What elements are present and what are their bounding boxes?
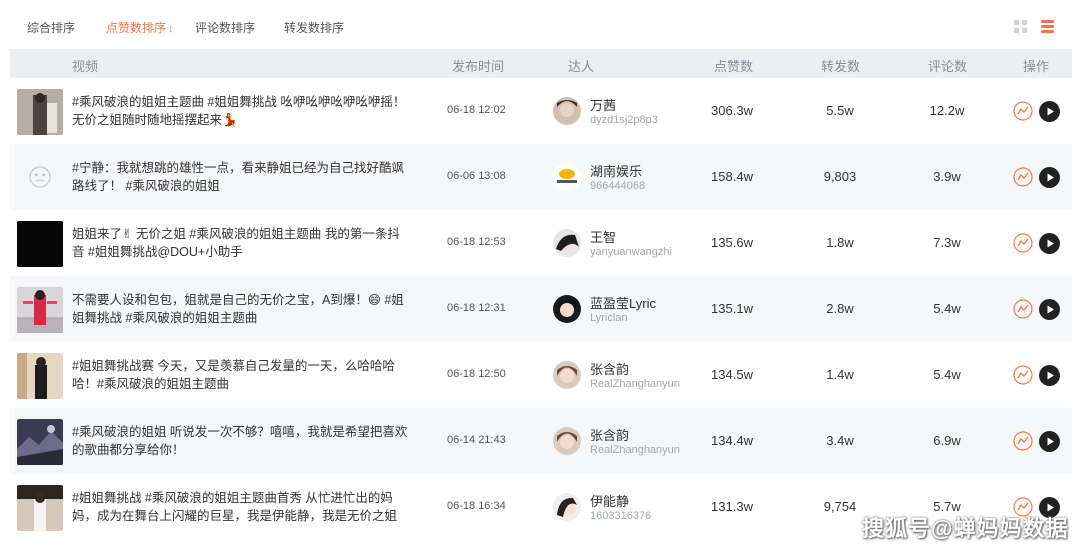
trend-chart-icon[interactable] <box>1013 299 1033 319</box>
col-likes[interactable]: 点赞数 <box>714 56 753 75</box>
play-icon[interactable] <box>1039 431 1060 452</box>
creator-id: RealZhanghanyun <box>590 444 680 456</box>
table-row[interactable]: #乘风破浪的姐姐 听说发一次不够？嘻嘻，我就是希望把喜欢的歌曲都分享给你！ 06… <box>10 408 1072 474</box>
publish-time: 06-18 12:50 <box>447 368 506 380</box>
comments-count: 7.3w <box>933 235 961 250</box>
trend-chart-icon[interactable] <box>1013 101 1033 121</box>
shares-count: 9,803 <box>823 169 857 184</box>
shares-count: 5.5w <box>826 103 854 118</box>
video-title[interactable]: #姐姐舞挑战赛 今天，又是羡慕自己发量的一天，么哈哈哈哈！#乘风破浪的姐姐主题曲 <box>72 357 412 393</box>
comments-count: 5.4w <box>933 367 961 382</box>
video-thumbnail[interactable] <box>17 221 63 267</box>
trend-chart-icon[interactable] <box>1013 365 1033 385</box>
sort-tab-likes-label: 点赞数排序 <box>106 21 167 35</box>
likes-count: 135.6w <box>711 235 753 250</box>
avatar[interactable] <box>553 361 581 389</box>
creator-id: 1603316376 <box>590 510 652 522</box>
creator-name[interactable]: 蓝盈莹Lyric <box>590 293 656 312</box>
watermark: 搜狐号@蝉妈妈数据 <box>862 516 1069 541</box>
creator-id: yanyuanwangzhi <box>590 246 672 258</box>
col-creator: 达人 <box>568 59 595 74</box>
publish-time: 06-18 12:53 <box>447 236 506 248</box>
sort-tab-comments[interactable]: 评论数排序 <box>195 19 255 36</box>
video-title[interactable]: 姐姐来了✌ 无价之姐 #乘风破浪的姐姐主题曲 我的第一条抖音 #姐姐舞挑战@DO… <box>72 225 412 261</box>
video-thumbnail[interactable] <box>17 353 63 399</box>
publish-time: 06-18 12:02 <box>447 104 506 116</box>
avatar[interactable] <box>553 229 581 257</box>
sort-tab-likes[interactable]: 点赞数排序 ↓ <box>106 19 174 36</box>
comments-count: 12.2w <box>929 103 965 118</box>
shares-count: 1.8w <box>826 235 854 250</box>
avatar[interactable] <box>553 97 581 125</box>
sort-tab-overall[interactable]: 综合排序 <box>27 19 75 36</box>
likes-count: 134.4w <box>711 433 753 448</box>
list-view-icon[interactable] <box>1041 20 1054 34</box>
comments-count: 6.9w <box>933 433 961 448</box>
sort-desc-icon: ↓ <box>168 23 174 35</box>
publish-time: 06-18 12:31 <box>447 302 506 314</box>
col-video: 视频 <box>72 59 99 74</box>
video-thumbnail[interactable] <box>17 287 63 333</box>
avatar[interactable] <box>553 295 581 323</box>
col-shares[interactable]: 转发数 <box>821 56 860 75</box>
publish-time: 06-18 16:34 <box>447 500 506 512</box>
creator-id: dyzd1sj2p8p3 <box>590 114 658 126</box>
play-icon[interactable] <box>1039 233 1060 254</box>
creator-name[interactable]: 张含韵 <box>590 425 629 444</box>
comments-count: 3.9w <box>933 169 961 184</box>
video-thumbnail[interactable] <box>17 419 63 465</box>
video-title[interactable]: #乘风破浪的姐姐 听说发一次不够？嘻嘻，我就是希望把喜欢的歌曲都分享给你！ <box>72 423 412 459</box>
comments-count: 5.4w <box>933 301 961 316</box>
trend-chart-icon[interactable] <box>1013 167 1033 187</box>
creator-name[interactable]: 湖南娱乐 <box>590 161 642 180</box>
likes-count: 306.3w <box>711 103 753 118</box>
video-thumbnail[interactable] <box>17 485 63 531</box>
grid-view-icon[interactable] <box>1014 20 1028 34</box>
avatar[interactable] <box>553 493 581 521</box>
table-row[interactable]: 不需要人设和包包，姐就是自己的无价之宝，A到爆！😄 #姐姐舞挑战 #乘风破浪的姐… <box>10 276 1072 342</box>
col-comments[interactable]: 评论数 <box>928 56 967 75</box>
likes-count: 134.5w <box>711 367 753 382</box>
likes-count: 135.1w <box>711 301 753 316</box>
trend-chart-icon[interactable] <box>1013 233 1033 253</box>
shares-count: 1.4w <box>826 367 854 382</box>
creator-name[interactable]: 张含韵 <box>590 359 629 378</box>
sort-tab-shares[interactable]: 转发数排序 <box>284 19 344 36</box>
table-row[interactable]: #姐姐舞挑战赛 今天，又是羡慕自己发量的一天，么哈哈哈哈！#乘风破浪的姐姐主题曲… <box>10 342 1072 408</box>
likes-count: 131.3w <box>711 499 753 514</box>
sort-bar: 综合排序 点赞数排序 ↓ 评论数排序 转发数排序 <box>0 0 1080 49</box>
creator-id: Lyriclan <box>590 312 628 324</box>
avatar[interactable] <box>553 163 581 191</box>
no-cover-icon <box>29 166 51 188</box>
play-icon[interactable] <box>1039 365 1060 386</box>
video-title[interactable]: #宁静：我就想跳的雄性一点，看来静姐已经为自己找好酷飒路线了！ #乘风破浪的姐姐 <box>72 159 412 195</box>
col-publish-time: 发布时间 <box>452 59 505 74</box>
creator-id: RealZhanghanyun <box>590 378 680 390</box>
creator-name[interactable]: 伊能静 <box>590 491 629 510</box>
publish-time: 06-06 13:08 <box>447 170 506 182</box>
play-icon[interactable] <box>1039 299 1060 320</box>
video-title[interactable]: 不需要人设和包包，姐就是自己的无价之宝，A到爆！😄 #姐姐舞挑战 #乘风破浪的姐… <box>72 291 412 327</box>
likes-count: 158.4w <box>711 169 753 184</box>
table-row[interactable]: 姐姐来了✌ 无价之姐 #乘风破浪的姐姐主题曲 我的第一条抖音 #姐姐舞挑战@DO… <box>10 210 1072 276</box>
table-header: 视频 发布时间 达人 点赞数 转发数 评论数 操作 <box>10 49 1072 78</box>
creator-name[interactable]: 万茜 <box>590 95 616 114</box>
shares-count: 2.8w <box>826 301 854 316</box>
creator-name[interactable]: 王智 <box>590 227 616 246</box>
trend-chart-icon[interactable] <box>1013 431 1033 451</box>
video-title[interactable]: #姐姐舞挑战 #乘风破浪的姐姐主题曲首秀 从忙进忙出的妈妈，成为在舞台上闪耀的巨… <box>72 489 412 525</box>
table-row[interactable]: #乘风破浪的姐姐主题曲 #姐姐舞挑战 吆咿吆咿吆咿吆咿摇！无价之姐随时随地摇摆起… <box>10 78 1072 144</box>
creator-id: 966444068 <box>590 180 646 192</box>
col-actions: 操作 <box>1023 59 1050 74</box>
publish-time: 06-14 21:43 <box>447 434 506 446</box>
avatar[interactable] <box>553 427 581 455</box>
shares-count: 3.4w <box>826 433 854 448</box>
play-icon[interactable] <box>1039 101 1060 122</box>
table-row[interactable]: #宁静：我就想跳的雄性一点，看来静姐已经为自己找好酷飒路线了！ #乘风破浪的姐姐… <box>10 144 1072 210</box>
play-icon[interactable] <box>1039 167 1060 188</box>
video-thumbnail[interactable] <box>17 89 63 135</box>
video-title[interactable]: #乘风破浪的姐姐主题曲 #姐姐舞挑战 吆咿吆咿吆咿吆咿摇！无价之姐随时随地摇摆起… <box>72 93 412 129</box>
